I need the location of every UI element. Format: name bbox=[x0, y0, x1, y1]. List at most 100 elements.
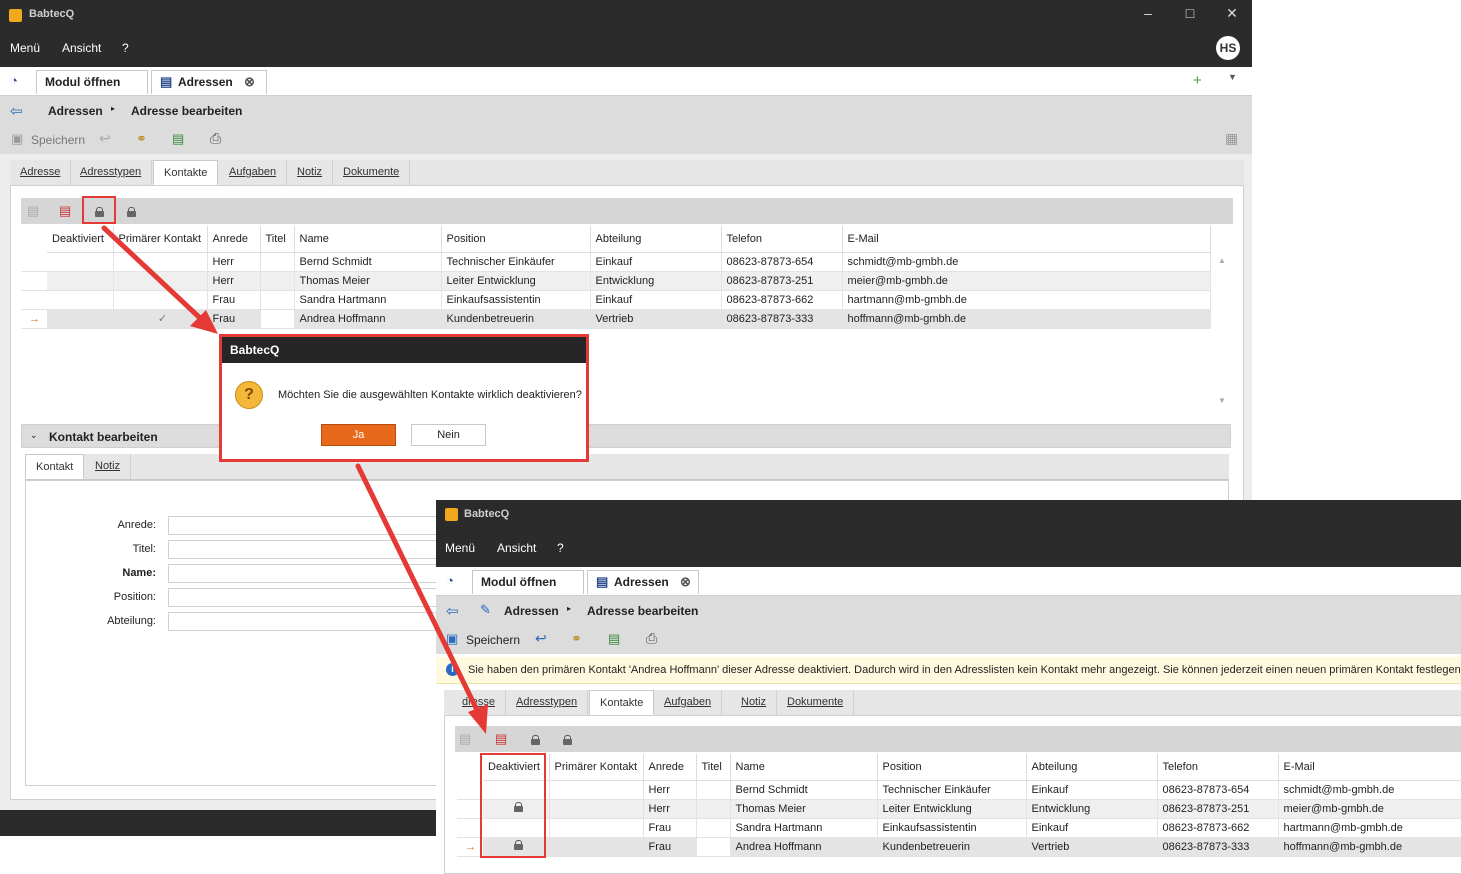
menu-item-menu[interactable]: Menü bbox=[10, 41, 40, 55]
cell-email: hartmann@mb-gmbh.de bbox=[1278, 818, 1461, 838]
tab-open-module[interactable]: Modul öffnen bbox=[36, 70, 148, 94]
activate-contact-icon[interactable] bbox=[127, 205, 136, 220]
close-icon[interactable]: ✕ bbox=[1222, 5, 1242, 22]
edit-contact-title: Kontakt bearbeiten bbox=[49, 430, 158, 444]
scroll-up-icon[interactable]: ▲ bbox=[1218, 256, 1226, 265]
menu-item-help[interactable]: ? bbox=[557, 541, 564, 555]
tab-adresse[interactable]: dresse bbox=[444, 690, 507, 715]
tab-addresses-label: Adressen bbox=[614, 575, 669, 589]
col-email[interactable]: E-Mail bbox=[842, 226, 1211, 253]
col-email[interactable]: E-Mail bbox=[1278, 754, 1461, 781]
cell-salutation: Frau bbox=[207, 309, 261, 329]
col-department[interactable]: Abteilung bbox=[1026, 754, 1158, 781]
table-row[interactable]: Herr Thomas Meier Leiter Entwicklung Ent… bbox=[21, 271, 1211, 291]
dashboard-icon[interactable]: ◔ bbox=[446, 573, 454, 588]
minimize-icon[interactable]: – bbox=[1138, 5, 1158, 21]
undo-icon[interactable]: ↩ bbox=[535, 630, 547, 647]
tab-adresse[interactable]: Adresse bbox=[10, 160, 72, 185]
cell-position: Technischer Einkäufer bbox=[877, 780, 1027, 800]
edit-contact-header[interactable]: ⌄ Kontakt bearbeiten bbox=[21, 424, 1231, 448]
print-icon[interactable]: ⎙ bbox=[210, 130, 221, 147]
maximize-icon[interactable]: □ bbox=[1180, 5, 1200, 21]
menu-item-menu[interactable]: Menü bbox=[445, 541, 475, 555]
table-row-selected[interactable]: → ✓ Frau Andrea Hoffmann Kundenbetreueri… bbox=[21, 309, 1211, 329]
department-field[interactable] bbox=[168, 612, 448, 631]
deactivate-contact-icon[interactable] bbox=[95, 205, 104, 220]
col-position[interactable]: Position bbox=[441, 226, 591, 253]
col-salutation[interactable]: Anrede bbox=[643, 754, 697, 781]
tab-kontakt[interactable]: Kontakt bbox=[25, 454, 85, 479]
col-department[interactable]: Abteilung bbox=[590, 226, 722, 253]
title-field[interactable] bbox=[168, 540, 448, 559]
tab-notiz[interactable]: Notiz bbox=[287, 160, 334, 185]
col-deactivated[interactable]: Deaktiviert bbox=[47, 226, 114, 253]
col-title[interactable]: Titel bbox=[696, 754, 731, 781]
save-button[interactable]: Speichern bbox=[466, 633, 520, 647]
avatar[interactable]: HS bbox=[1216, 36, 1240, 60]
table-row[interactable]: Herr Bernd Schmidt Technischer Einkäufer… bbox=[457, 780, 1461, 800]
tab-notiz[interactable]: Notiz bbox=[731, 690, 778, 715]
deactivate-contact-icon[interactable] bbox=[531, 733, 540, 748]
tab-adresstypen[interactable]: Adresstypen bbox=[506, 690, 589, 715]
close-tab-icon[interactable]: ⊗ bbox=[680, 571, 691, 593]
table-row-selected[interactable]: → Frau Andrea Hoffmann Kundenbetreuerin … bbox=[457, 837, 1461, 857]
close-tab-icon[interactable]: ⊗ bbox=[244, 71, 255, 93]
chevron-down-icon[interactable]: ▼ bbox=[1228, 72, 1237, 82]
col-phone[interactable]: Telefon bbox=[1157, 754, 1279, 781]
tab-kontakt-notiz[interactable]: Notiz bbox=[85, 454, 132, 479]
col-phone[interactable]: Telefon bbox=[721, 226, 843, 253]
tab-aufgaben[interactable]: Aufgaben bbox=[654, 690, 723, 715]
tab-aufgaben[interactable]: Aufgaben bbox=[219, 160, 288, 185]
delete-contact-icon[interactable]: ▤ bbox=[59, 203, 71, 219]
col-salutation[interactable]: Anrede bbox=[207, 226, 261, 253]
back-arrow-icon[interactable]: ⇦ bbox=[10, 102, 23, 120]
panel-settings-icon[interactable]: ▦ bbox=[1225, 130, 1238, 147]
new-document-icon[interactable]: ▤ bbox=[172, 131, 184, 147]
tab-dokumente[interactable]: Dokumente bbox=[777, 690, 855, 715]
activate-contact-icon[interactable] bbox=[563, 733, 572, 748]
table-row[interactable]: Frau Sandra Hartmann Einkaufsassistentin… bbox=[21, 290, 1211, 310]
salutation-field[interactable] bbox=[168, 516, 448, 535]
print-icon[interactable]: ⎙ bbox=[646, 630, 657, 647]
menu-item-help[interactable]: ? bbox=[122, 41, 129, 55]
position-field[interactable] bbox=[168, 588, 448, 607]
collapse-chevron-icon[interactable]: ⌄ bbox=[30, 430, 38, 441]
dashboard-icon[interactable]: ◔ bbox=[10, 73, 18, 88]
menu-item-view[interactable]: Ansicht bbox=[497, 541, 536, 555]
tab-kontakte[interactable]: Kontakte bbox=[589, 690, 655, 715]
tab-addresses[interactable]: ▤ Adressen ⊗ bbox=[587, 570, 699, 594]
col-position[interactable]: Position bbox=[877, 754, 1027, 781]
name-field[interactable] bbox=[168, 564, 448, 583]
col-name[interactable]: Name bbox=[294, 226, 442, 253]
tab-adresstypen[interactable]: Adresstypen bbox=[70, 160, 153, 185]
save-button[interactable]: Speichern bbox=[31, 133, 85, 147]
col-primary-contact[interactable]: Primärer Kontakt bbox=[113, 226, 208, 253]
undo-icon[interactable]: ↩ bbox=[99, 130, 111, 147]
table-row[interactable]: Herr Thomas Meier Leiter Entwicklung Ent… bbox=[457, 799, 1461, 819]
no-button[interactable]: Nein bbox=[411, 424, 486, 446]
tab-addresses[interactable]: ▤ Adressen ⊗ bbox=[151, 70, 267, 94]
add-contact-icon[interactable]: ▤ bbox=[459, 731, 471, 747]
col-title[interactable]: Titel bbox=[260, 226, 295, 253]
add-tab-icon[interactable]: + bbox=[1193, 72, 1202, 89]
yes-button[interactable]: Ja bbox=[321, 424, 396, 446]
col-deactivated[interactable]: Deaktiviert bbox=[483, 754, 550, 781]
col-primary-contact[interactable]: Primärer Kontakt bbox=[549, 754, 644, 781]
table-row[interactable]: Herr Bernd Schmidt Technischer Einkäufer… bbox=[21, 252, 1211, 272]
link-icon[interactable]: ⚭ bbox=[136, 131, 147, 147]
col-name[interactable]: Name bbox=[730, 754, 878, 781]
breadcrumb-addresses[interactable]: Adressen bbox=[48, 104, 103, 118]
back-arrow-icon[interactable]: ⇦ bbox=[446, 602, 459, 620]
menu-item-view[interactable]: Ansicht bbox=[62, 41, 101, 55]
add-contact-icon[interactable]: ▤ bbox=[27, 203, 39, 219]
breadcrumb-addresses[interactable]: Adressen bbox=[504, 604, 559, 618]
tab-kontakte[interactable]: Kontakte bbox=[153, 160, 219, 185]
delete-contact-icon[interactable]: ▤ bbox=[495, 731, 507, 747]
cell-phone: 08623-87873-662 bbox=[721, 290, 843, 310]
tab-open-module[interactable]: Modul öffnen bbox=[472, 570, 584, 594]
link-icon[interactable]: ⚭ bbox=[571, 631, 582, 647]
scroll-down-icon[interactable]: ▼ bbox=[1218, 396, 1226, 405]
table-row[interactable]: Frau Sandra Hartmann Einkaufsassistentin… bbox=[457, 818, 1461, 838]
new-document-icon[interactable]: ▤ bbox=[608, 631, 620, 647]
tab-dokumente[interactable]: Dokumente bbox=[333, 160, 411, 185]
